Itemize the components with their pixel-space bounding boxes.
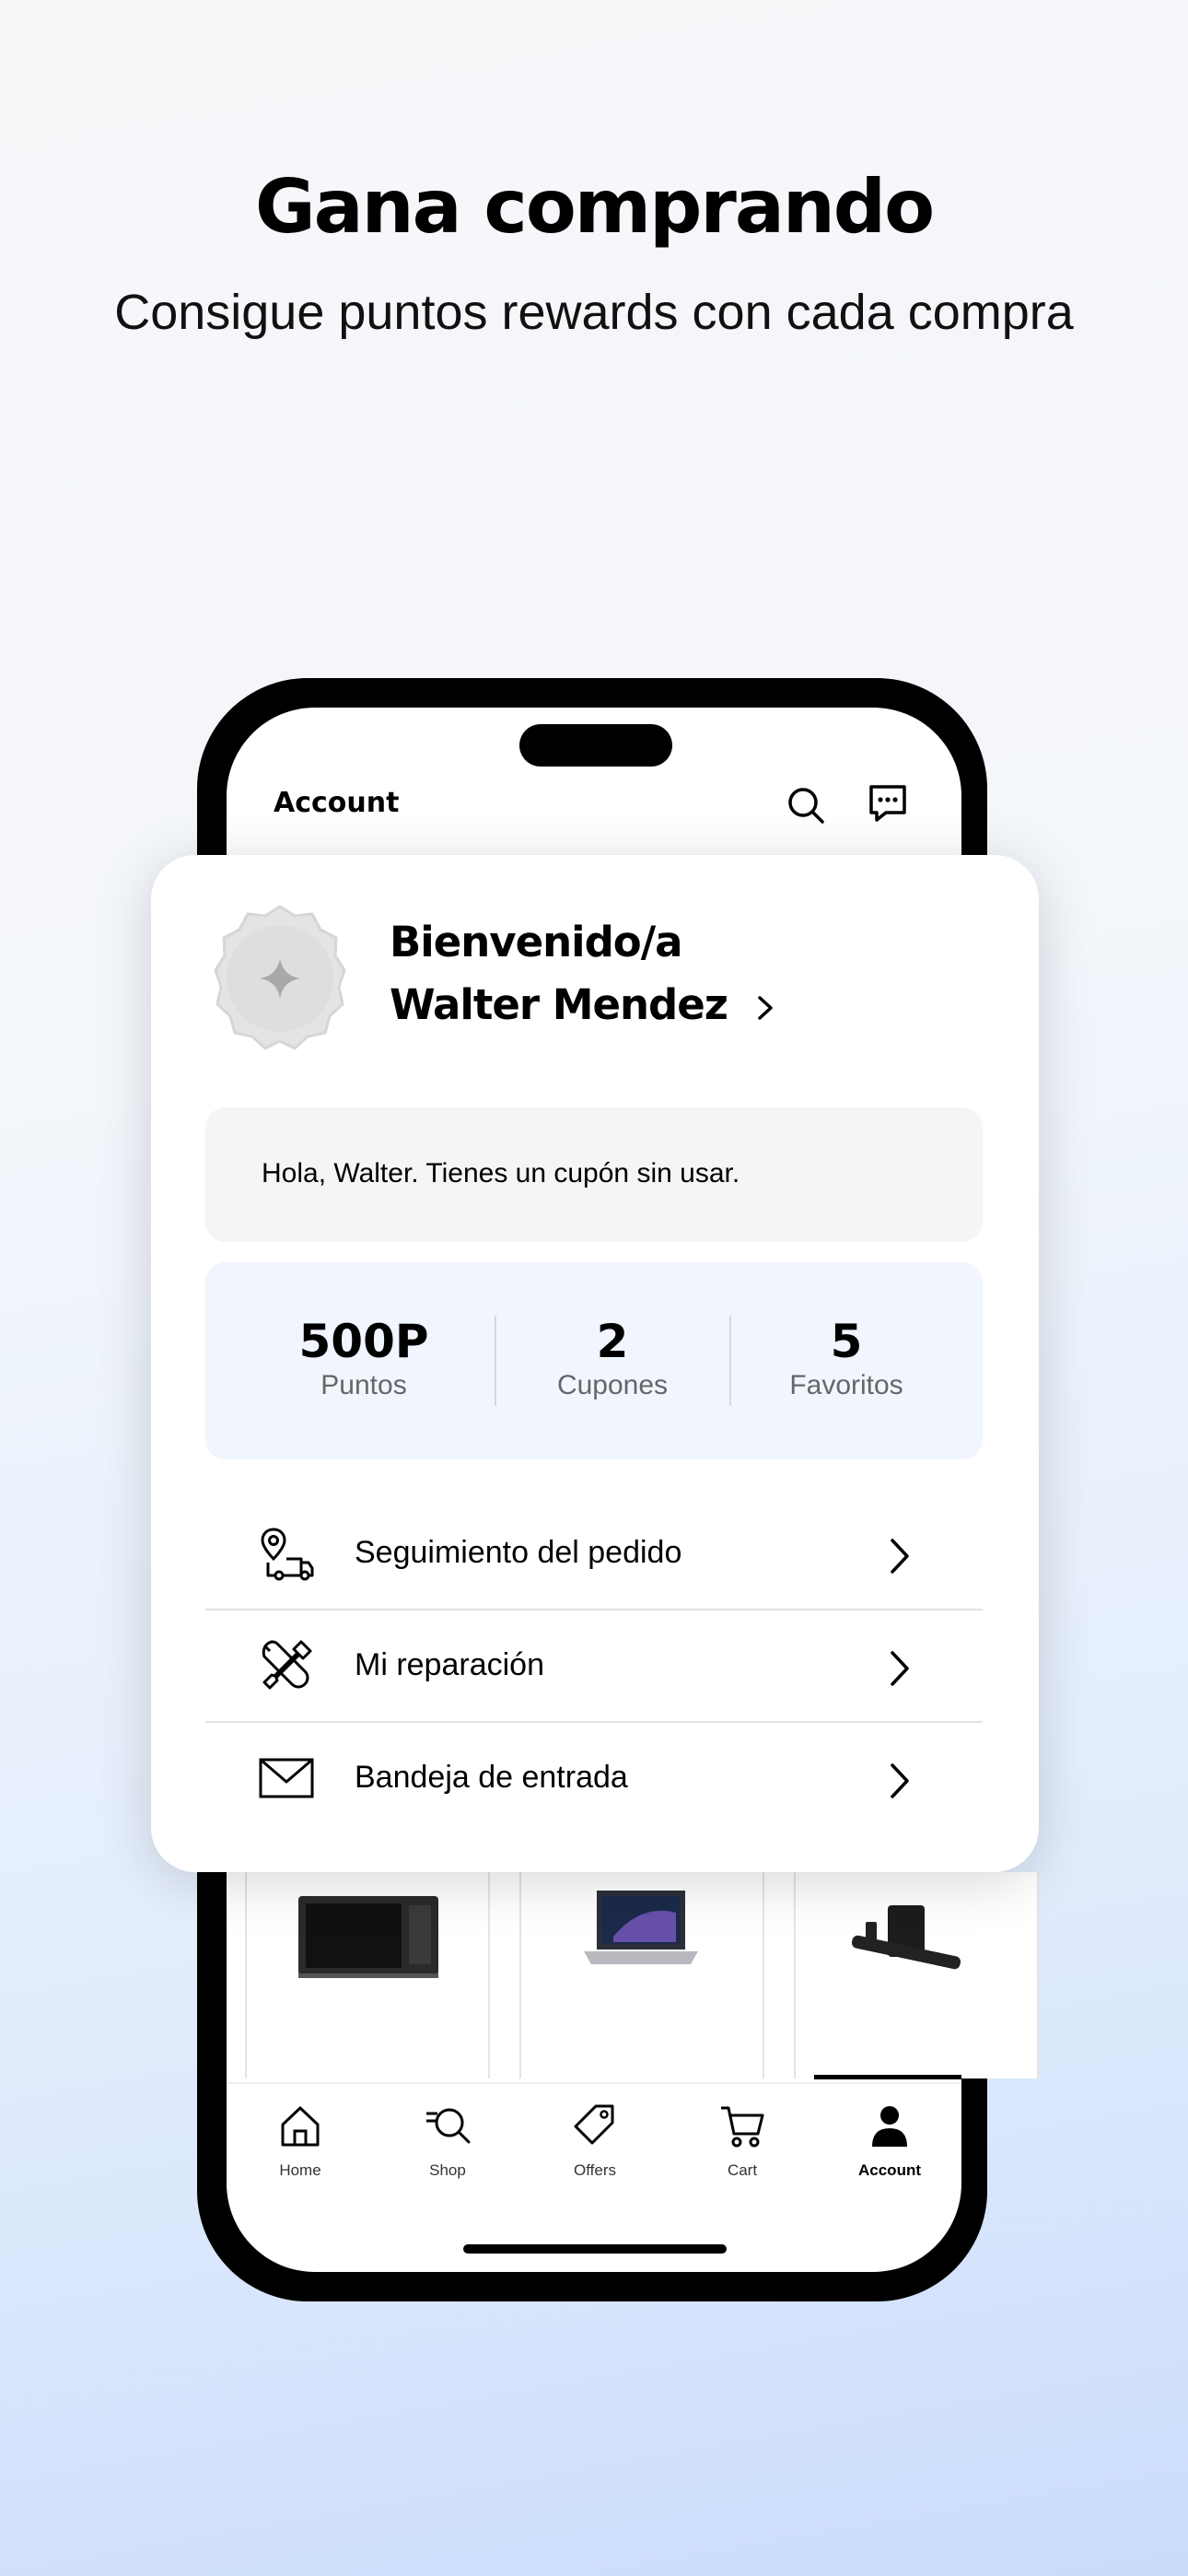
stat-points-value: 500P bbox=[298, 1315, 429, 1368]
microwave-image bbox=[298, 1896, 438, 1978]
chevron-right-icon bbox=[757, 996, 773, 1020]
chevron-right-icon bbox=[891, 1651, 909, 1686]
tab-home[interactable]: Home bbox=[245, 2101, 355, 2180]
product-strip bbox=[227, 1872, 1039, 2078]
profile-name-link[interactable]: Walter Mendez bbox=[390, 980, 776, 1029]
promo-headline: Gana comprando bbox=[254, 164, 935, 250]
stat-coupons-value: 2 bbox=[596, 1315, 629, 1368]
greeting-text: Bienvenido/a bbox=[390, 918, 683, 966]
tab-shop[interactable]: Shop bbox=[392, 2101, 503, 2180]
chat-icon[interactable] bbox=[866, 781, 910, 825]
tab-home-label: Home bbox=[279, 2161, 321, 2179]
bottom-tab-bar: Home Shop Offers Cart Account bbox=[227, 2082, 961, 2195]
stat-favorites-value: 5 bbox=[830, 1315, 863, 1368]
screen-title: Account bbox=[274, 787, 400, 819]
home-indicator bbox=[463, 2244, 727, 2254]
product-card-microwave[interactable] bbox=[245, 1872, 490, 2078]
home-icon bbox=[281, 2106, 320, 2147]
stat-coupons-label: Cupones bbox=[556, 1370, 669, 1400]
product-card-soundbar[interactable] bbox=[794, 1872, 1039, 2078]
product-card-laptop[interactable] bbox=[519, 1872, 764, 2078]
tag-icon bbox=[574, 2104, 614, 2145]
soundbar-image bbox=[851, 1905, 961, 1970]
cart-icon bbox=[721, 2106, 764, 2148]
promo-subline: Consigue puntos rewards con cada compra bbox=[114, 285, 1074, 340]
account-icon bbox=[872, 2106, 907, 2147]
profile-name: Walter Mendez bbox=[390, 980, 728, 1029]
dynamic-island bbox=[519, 724, 672, 767]
chevron-right-icon bbox=[891, 1539, 909, 1574]
tab-cart-label: Cart bbox=[727, 2161, 758, 2179]
menu-inbox-label: Bandeja de entrada bbox=[355, 1760, 628, 1795]
tab-offers[interactable]: Offers bbox=[540, 2101, 650, 2180]
delivery-truck-location-icon bbox=[261, 1528, 314, 1581]
laptop-image bbox=[584, 1891, 698, 1964]
stat-favorites-label: Favoritos bbox=[789, 1370, 903, 1400]
chevron-right-icon bbox=[891, 1763, 909, 1798]
stat-favorites[interactable]: 5 Favoritos bbox=[729, 1316, 963, 1402]
repair-tools-icon bbox=[262, 1640, 312, 1690]
sparkle-badge-icon[interactable] bbox=[204, 903, 355, 1054]
shop-search-icon bbox=[426, 2108, 471, 2144]
coupon-notice-text: Hola, Walter. Tienes un cupón sin usar. bbox=[262, 1158, 740, 1188]
tab-cart[interactable]: Cart bbox=[687, 2101, 798, 2180]
menu-inbox[interactable]: Bandeja de entrada bbox=[205, 1723, 983, 1833]
tab-account-label: Account bbox=[858, 2161, 921, 2179]
stat-points[interactable]: 500P Puntos bbox=[247, 1316, 481, 1402]
menu-order-tracking-label: Seguimiento del pedido bbox=[355, 1535, 682, 1570]
search-icon[interactable] bbox=[784, 783, 828, 827]
tab-shop-label: Shop bbox=[429, 2161, 466, 2179]
menu-repair[interactable]: Mi reparación bbox=[205, 1610, 983, 1721]
tab-offers-label: Offers bbox=[574, 2161, 616, 2179]
menu-order-tracking[interactable]: Seguimiento del pedido bbox=[205, 1498, 983, 1609]
envelope-icon bbox=[259, 1758, 314, 1798]
stat-coupons[interactable]: 2 Cupones bbox=[495, 1316, 729, 1402]
stat-points-label: Puntos bbox=[320, 1370, 407, 1400]
tab-account[interactable]: Account bbox=[834, 2101, 945, 2180]
product-strip-indicator bbox=[814, 2075, 961, 2079]
menu-repair-label: Mi reparación bbox=[355, 1647, 544, 1682]
